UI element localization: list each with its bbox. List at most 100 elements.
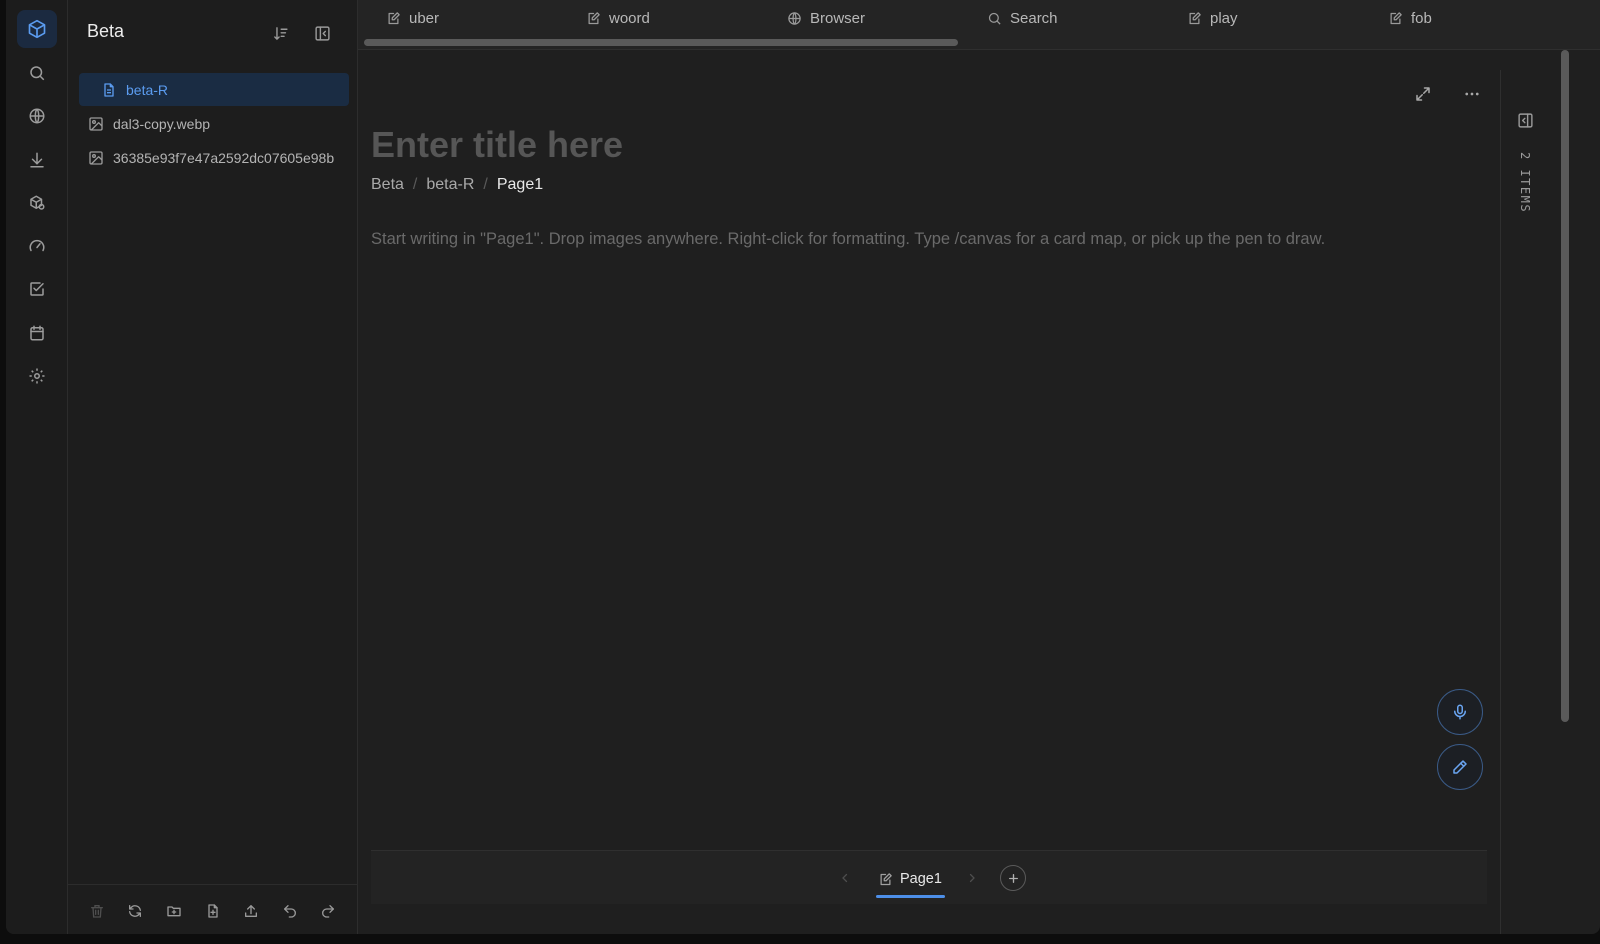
tab-woord[interactable]: woord — [586, 8, 650, 28]
tab-uber[interactable]: uber — [386, 8, 439, 28]
rail-settings-button[interactable] — [17, 357, 57, 395]
gear-icon — [29, 368, 45, 384]
tab-scrollbar[interactable] — [364, 39, 958, 46]
breadcrumb-separator: / — [483, 176, 488, 193]
rail-globe-button[interactable] — [17, 97, 57, 135]
file-panel: Beta beta-R dal3-copy.webp 36385e93f7e47… — [68, 0, 358, 934]
search-icon — [988, 12, 1001, 25]
tab-label: uber — [409, 9, 440, 27]
tree-item-beta-r[interactable]: beta-R — [79, 73, 349, 106]
sort-icon — [273, 26, 288, 40]
upload-button[interactable] — [241, 901, 261, 921]
tree-item-dal3-copy[interactable]: dal3-copy.webp — [79, 107, 349, 140]
add-page-button[interactable] — [1000, 865, 1026, 891]
next-page-button[interactable] — [964, 870, 980, 886]
draw-pen-button[interactable] — [1437, 744, 1483, 790]
tab-strip: uber woord Browser Search play fob — [358, 0, 1600, 50]
tab-label: Search — [1010, 9, 1058, 27]
tab-label: fob — [1411, 9, 1432, 27]
editor-scrollbar[interactable] — [1561, 50, 1569, 722]
expand-items-pane-button[interactable] — [1515, 110, 1535, 130]
tab-play[interactable]: play — [1187, 8, 1238, 28]
items-count: 2 ITEMS — [1518, 152, 1532, 214]
previous-page-button[interactable] — [837, 870, 853, 886]
tab-browser[interactable]: Browser — [787, 8, 865, 28]
items-pane: 2 ITEMS — [1500, 70, 1560, 934]
new-file-icon — [208, 904, 218, 918]
search-icon — [30, 66, 45, 81]
app-window: Beta beta-R dal3-copy.webp 36385e93f7e47… — [6, 0, 1600, 934]
tree-item-label: dal3-copy.webp — [113, 115, 211, 132]
undo-button[interactable] — [280, 901, 300, 921]
image-icon — [89, 116, 103, 131]
tree-item-label: 36385e93f7e47a2592dc07605e98b — [113, 149, 335, 166]
rail-cube-button[interactable] — [17, 10, 57, 48]
packages-icon — [30, 195, 45, 210]
edit-doc-icon — [1390, 11, 1402, 24]
icon-rail — [6, 0, 68, 934]
page-bar: Page1 — [371, 850, 1487, 904]
breadcrumb: Beta / beta-R / Page1 — [371, 176, 543, 194]
calendar-icon — [30, 325, 44, 341]
sort-button[interactable] — [267, 20, 293, 46]
expand-icon — [1416, 87, 1430, 101]
tab-label: Browser — [810, 9, 866, 27]
new-folder-button[interactable] — [164, 901, 184, 921]
new-folder-icon — [167, 906, 181, 917]
more-options-button[interactable] — [1460, 82, 1484, 106]
upload-icon — [245, 905, 257, 917]
panel-footer-toolbar — [68, 884, 358, 934]
more-icon — [1465, 92, 1479, 96]
undo-icon — [284, 905, 296, 918]
page-tab-page1[interactable]: Page1 — [878, 868, 942, 890]
microphone-icon — [1454, 704, 1466, 720]
panel-title: Beta — [87, 21, 125, 41]
tree-item-image-hash[interactable]: 36385e93f7e47a2592dc07605e98b — [79, 141, 349, 174]
checkbox-icon — [30, 282, 44, 296]
new-file-button[interactable] — [203, 901, 223, 921]
editor: Enter title here Beta / beta-R / Page1 S… — [358, 50, 1500, 934]
tab-search[interactable]: Search — [987, 8, 1058, 28]
rail-search-button[interactable] — [17, 54, 57, 92]
chevron-right-icon — [969, 873, 975, 883]
cube-icon — [28, 19, 46, 39]
title-input[interactable]: Enter title here — [371, 124, 623, 166]
edit-doc-icon — [588, 11, 600, 24]
voice-input-button[interactable] — [1437, 689, 1483, 735]
sidebar-expand-icon — [1517, 112, 1533, 128]
tab-fob[interactable]: fob — [1388, 8, 1432, 28]
expand-button[interactable] — [1411, 82, 1435, 106]
trash-icon — [91, 905, 103, 918]
delete-button[interactable] — [87, 901, 107, 921]
sidebar-collapse-icon — [314, 25, 330, 41]
redo-button[interactable] — [318, 901, 338, 921]
rail-gauge-button[interactable] — [17, 227, 57, 265]
breadcrumb-item-page1: Page1 — [496, 176, 544, 193]
plus-icon — [1008, 873, 1018, 883]
breadcrumb-separator: / — [412, 176, 418, 193]
page-tab-label: Page1 — [900, 871, 942, 887]
breadcrumb-item-beta-r[interactable]: beta-R — [426, 176, 474, 194]
edit-doc-icon — [880, 872, 892, 885]
refresh-icon — [129, 905, 141, 917]
pen-icon — [1453, 760, 1467, 774]
tab-label: play — [1210, 9, 1238, 27]
rail-packages-button[interactable] — [17, 184, 57, 222]
rail-download-button[interactable] — [17, 141, 57, 179]
collapse-panel-button[interactable] — [309, 20, 335, 46]
globe-icon — [29, 108, 45, 124]
active-page-indicator — [876, 895, 945, 898]
rail-tasks-button[interactable] — [17, 270, 57, 308]
chevron-left-icon — [842, 873, 848, 883]
refresh-button[interactable] — [125, 901, 145, 921]
edit-doc-icon — [388, 11, 400, 24]
download-icon — [30, 152, 44, 168]
editor-body[interactable]: Start writing in "Page1". Drop images an… — [371, 230, 1325, 249]
edit-doc-icon — [1189, 11, 1201, 24]
redo-icon — [322, 905, 334, 918]
globe-icon — [788, 11, 801, 25]
tree-item-label: beta-R — [126, 81, 169, 98]
breadcrumb-item-beta[interactable]: Beta — [371, 176, 404, 194]
rail-calendar-button[interactable] — [17, 314, 57, 352]
image-icon — [89, 150, 103, 165]
